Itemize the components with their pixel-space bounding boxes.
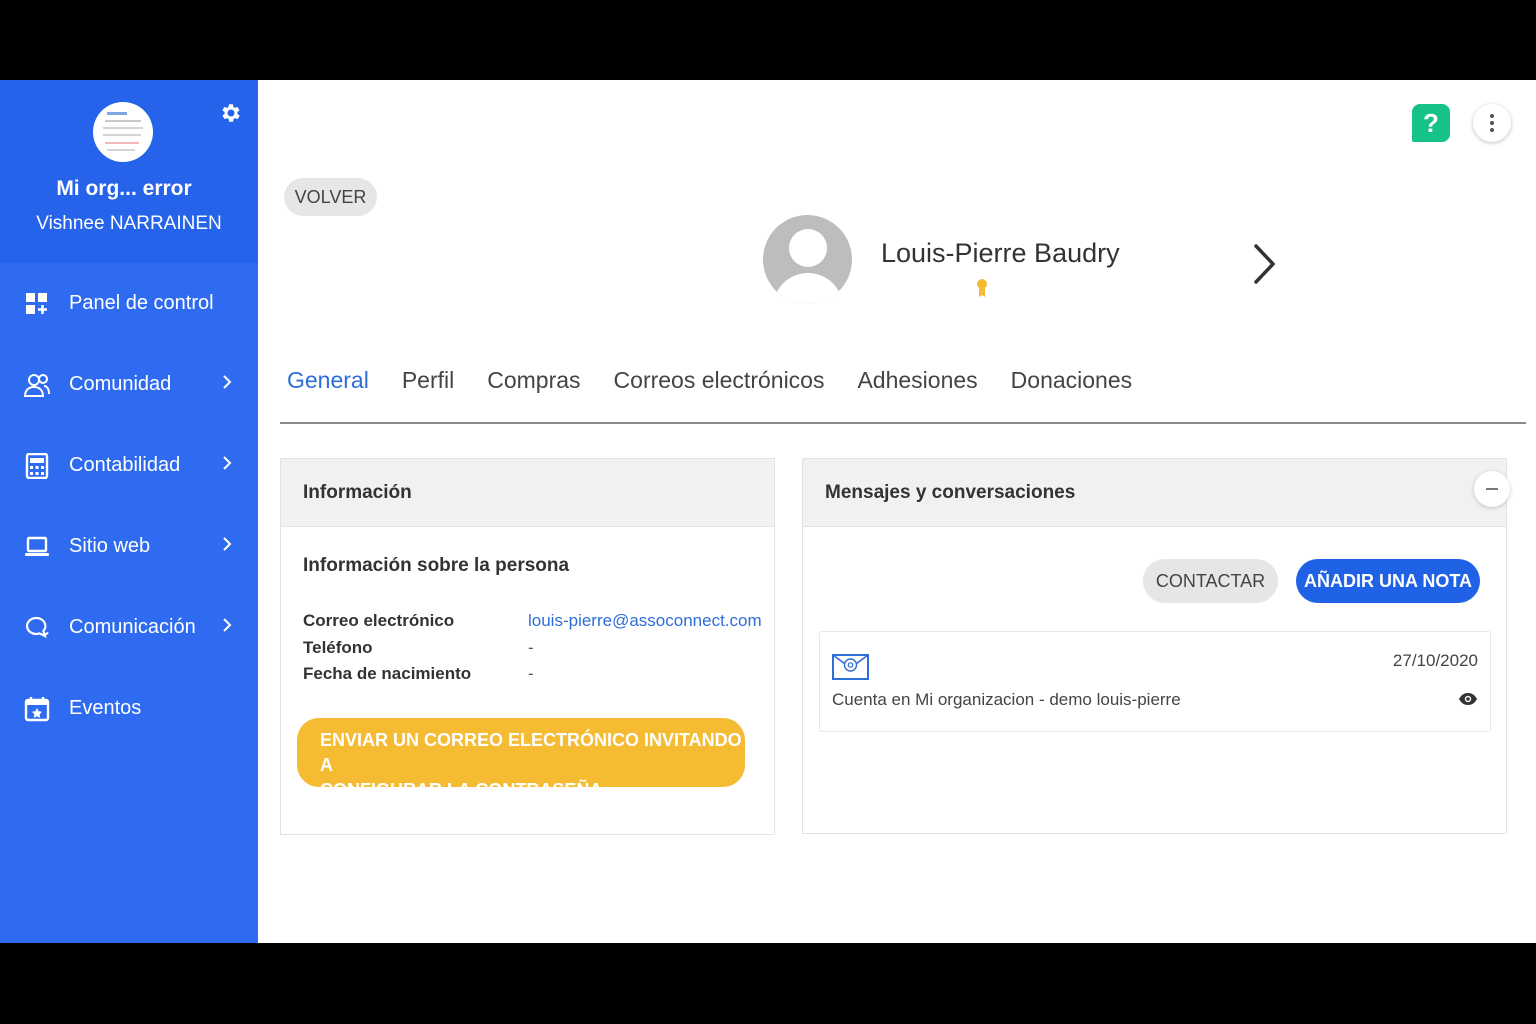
organization-logo[interactable]	[93, 102, 153, 162]
messages-card-title: Mensajes y conversaciones	[803, 459, 1506, 527]
phone-value: -	[528, 638, 534, 657]
email-link[interactable]: louis-pierre@assoconnect.com	[528, 611, 762, 631]
chevron-right-icon	[223, 456, 232, 470]
tab-donaciones[interactable]: Donaciones	[1011, 367, 1132, 394]
tab-compras[interactable]: Compras	[487, 367, 580, 394]
message-date: 27/10/2020	[1392, 651, 1478, 670]
information-card: Información Información sobre la persona…	[280, 458, 775, 835]
sidebar-item-label: Panel de control	[69, 292, 214, 314]
phone-label: Teléfono	[303, 638, 373, 657]
information-subtitle: Información sobre la persona	[303, 555, 570, 576]
send-password-invite-button[interactable]: ENVIAR UN CORREO ELECTRÓNICO INVITANDO A…	[297, 718, 745, 800]
chevron-right-icon	[223, 537, 232, 551]
sidebar-item-label: Eventos	[69, 697, 142, 719]
person-name: Louis-Pierre Baudry	[881, 238, 1120, 268]
avatar	[763, 215, 852, 304]
eye-icon[interactable]	[1458, 692, 1478, 706]
sidebar-item-label: Contabilidad	[69, 454, 181, 476]
community-icon	[24, 373, 50, 397]
birthdate-label: Fecha de nacimiento	[303, 664, 472, 683]
organization-name: Mi org... error	[56, 177, 192, 200]
add-note-button[interactable]: AÑADIR UNA NOTA	[1296, 559, 1480, 603]
sidebar-item-contabilidad[interactable]: Contabilidad	[0, 425, 258, 506]
email-label: Correo electrónico	[303, 611, 455, 630]
message-text: Cuenta en Mi organizacion - demo louis-p…	[832, 690, 1181, 709]
sidebar-item-comunidad[interactable]: Comunidad	[0, 344, 258, 425]
back-button[interactable]: VOLVER	[284, 178, 377, 216]
sidebar-header: Mi org... error Vishnee NARRAINEN	[0, 80, 258, 263]
chevron-right-icon	[223, 618, 232, 632]
email-envelope-icon	[832, 654, 869, 680]
messages-card: Mensajes y conversaciones CONTACTAR AÑAD…	[802, 458, 1510, 834]
birthdate-value: -	[528, 664, 534, 683]
more-options-button[interactable]	[1473, 104, 1511, 142]
sidebar-item-sitio-web[interactable]: Sitio web	[0, 506, 258, 587]
profile-tabs: General Perfil Compras Correos electróni…	[287, 367, 1165, 394]
award-badge-icon	[977, 279, 987, 297]
invite-button-line2: CONFIGURAR LA CONTRASEÑA	[320, 780, 603, 800]
sidebar-nav: Panel de control Comunidad Contabilidad …	[0, 263, 258, 749]
help-button[interactable]: ?	[1412, 104, 1450, 142]
sidebar-item-label: Sitio web	[69, 535, 151, 557]
collapse-button[interactable]	[1474, 471, 1510, 507]
calculator-icon	[25, 452, 49, 479]
app-window: Mi org... error Vishnee NARRAINEN Panel …	[0, 80, 1536, 943]
tab-correos-electronicos[interactable]: Correos electrónicos	[614, 367, 825, 394]
tab-perfil[interactable]: Perfil	[402, 367, 454, 394]
sidebar-item-eventos[interactable]: Eventos	[0, 668, 258, 749]
calendar-icon	[24, 696, 50, 721]
tab-general[interactable]: General	[287, 367, 369, 394]
information-card-title: Información	[281, 459, 774, 527]
user-name: Vishnee NARRAINEN	[36, 213, 222, 234]
sidebar-item-label: Comunidad	[69, 373, 172, 395]
sidebar: Mi org... error Vishnee NARRAINEN Panel …	[0, 80, 258, 943]
chevron-right-icon	[223, 375, 232, 389]
invite-button-line1: ENVIAR UN CORREO ELECTRÓNICO INVITANDO A	[320, 730, 742, 775]
laptop-icon	[25, 536, 49, 556]
sidebar-item-label: Comunicación	[69, 616, 196, 638]
dashboard-icon	[26, 292, 47, 314]
next-person-arrow-icon[interactable]	[1252, 243, 1278, 285]
gear-icon[interactable]	[219, 101, 243, 125]
tab-adhesiones[interactable]: Adhesiones	[857, 367, 977, 394]
sidebar-item-comunicacion[interactable]: Comunicación	[0, 587, 258, 668]
chat-icon	[26, 616, 49, 638]
sidebar-item-panel-de-control[interactable]: Panel de control	[0, 263, 258, 344]
tabs-divider	[280, 422, 1526, 424]
message-item[interactable]: 27/10/2020 Cuenta en Mi organizacion - d…	[819, 631, 1491, 732]
contact-button[interactable]: CONTACTAR	[1143, 559, 1278, 603]
